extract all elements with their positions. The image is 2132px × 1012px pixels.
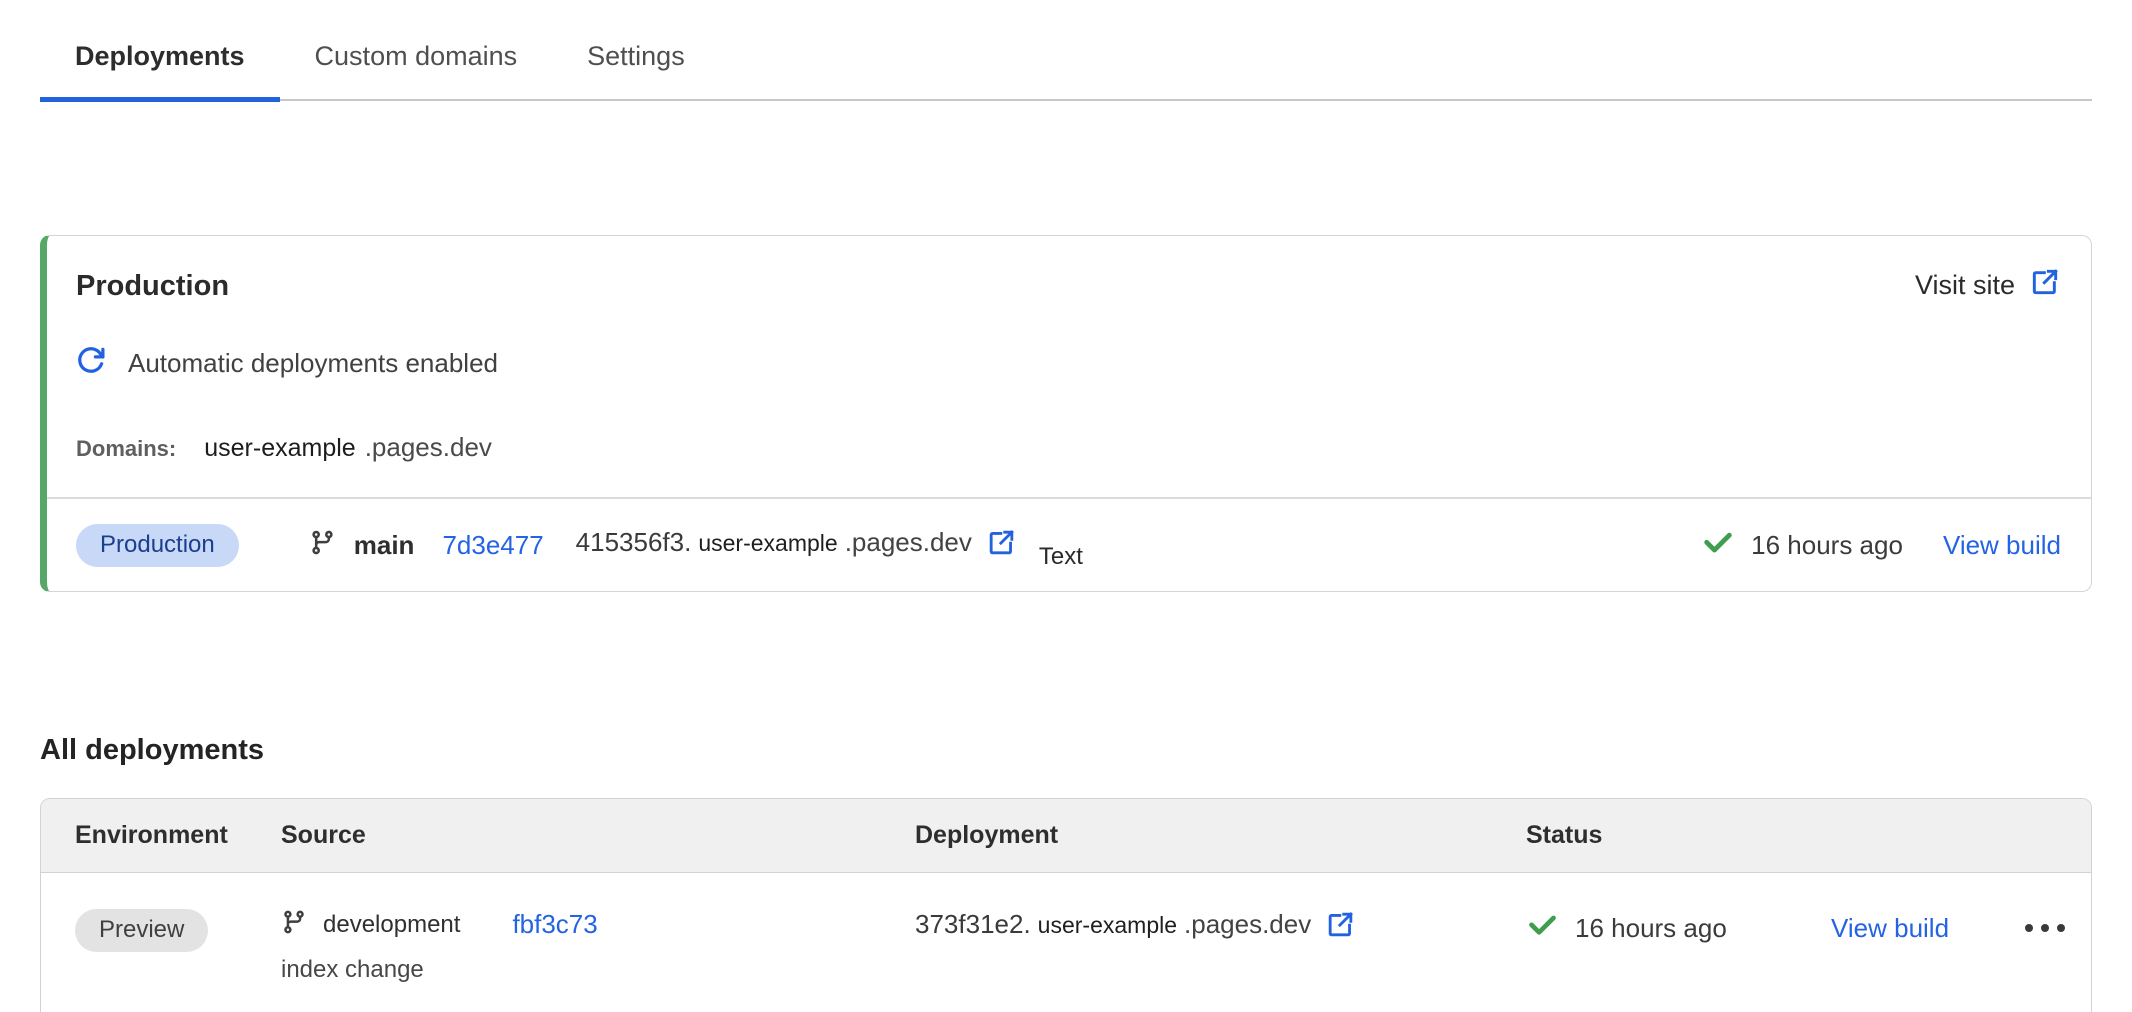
domains-label: Domains: (76, 436, 176, 462)
status-time-group: 16 hours ago (1526, 909, 1831, 947)
tab-settings-label: Settings (587, 41, 685, 71)
production-title: Production (76, 268, 229, 304)
deployment-url-name: user-example (698, 530, 837, 557)
deployment-time: 16 hours ago (1751, 530, 1903, 561)
production-card: Production Visit site Automa (40, 235, 2092, 592)
external-link-icon[interactable] (986, 527, 1017, 563)
git-branch-icon (281, 909, 307, 940)
deployment-url: 373f31e2. user-example .pages.dev (915, 909, 1526, 945)
deployment-url-suffix: .pages.dev (1184, 909, 1311, 940)
deployment-url-prefix: 373f31e2. (915, 909, 1031, 940)
production-deployment-row: Production main 7d3e477 415356f3. user-e… (47, 497, 2091, 591)
environment-badge: Preview (75, 909, 208, 952)
success-check-icon (1526, 909, 1559, 947)
tab-settings[interactable]: Settings (552, 0, 720, 99)
auto-deployments-row: Automatic deployments enabled (76, 345, 2061, 382)
all-deployments-title: All deployments (40, 732, 2092, 768)
more-options-icon (2025, 924, 2033, 932)
branch-name: development (323, 911, 460, 939)
visit-site-label: Visit site (1915, 270, 2015, 301)
view-build-link[interactable]: View build (1943, 530, 2061, 561)
production-status-group: 16 hours ago View build (1701, 526, 2061, 565)
deployment-url: 415356f3. user-example .pages.dev (576, 527, 1017, 563)
deployment-url-name: user-example (1038, 912, 1177, 939)
tab-custom-domains-label: Custom domains (315, 41, 518, 71)
view-build-link[interactable]: View build (1831, 913, 1949, 944)
domain-name: user-example (204, 434, 355, 463)
git-branch-icon (309, 529, 336, 561)
deployment-note: Text (1039, 543, 1083, 571)
column-header-status: Status (1526, 821, 2091, 850)
deployment-url-prefix: 415356f3. (576, 527, 692, 558)
environment-badge: Production (76, 524, 239, 567)
table-row: Preview development fbf3c73 index change… (41, 873, 2091, 1012)
column-header-environment: Environment (41, 821, 281, 850)
status-cell: 16 hours ago View build (1526, 909, 2091, 947)
branch-name: main (354, 530, 415, 561)
column-header-deployment: Deployment (915, 821, 1526, 850)
tab-custom-domains[interactable]: Custom domains (280, 0, 553, 99)
commit-link[interactable]: 7d3e477 (442, 530, 543, 561)
external-link-icon[interactable] (1325, 909, 1356, 945)
source-cell: development fbf3c73 index change (281, 909, 915, 984)
environment-cell: Preview (41, 909, 281, 952)
success-check-icon (1701, 526, 1735, 565)
commit-message: index change (281, 956, 915, 984)
tab-deployments[interactable]: Deployments (40, 0, 280, 99)
tab-deployments-label: Deployments (75, 41, 245, 71)
table-header-row: Environment Source Deployment Status (41, 799, 2091, 873)
production-card-body: Production Visit site Automa (47, 236, 2091, 497)
deployment-url-suffix: .pages.dev (845, 527, 972, 558)
refresh-icon (76, 345, 106, 382)
all-deployments-table: Environment Source Deployment Status Pre… (40, 798, 2092, 1012)
domain-suffix: .pages.dev (365, 432, 492, 463)
commit-link[interactable]: fbf3c73 (512, 909, 597, 940)
visit-site-link[interactable]: Visit site (1915, 266, 2061, 305)
external-link-icon[interactable] (2029, 266, 2061, 305)
deployment-cell: 373f31e2. user-example .pages.dev (915, 909, 1526, 945)
tab-bar: Deployments Custom domains Settings (40, 0, 2092, 101)
more-options-button[interactable] (2021, 914, 2069, 942)
auto-deployments-text: Automatic deployments enabled (128, 348, 498, 379)
deployment-time: 16 hours ago (1575, 913, 1727, 944)
domains-row: Domains: user-example .pages.dev (76, 432, 2061, 463)
column-header-source: Source (281, 821, 915, 850)
